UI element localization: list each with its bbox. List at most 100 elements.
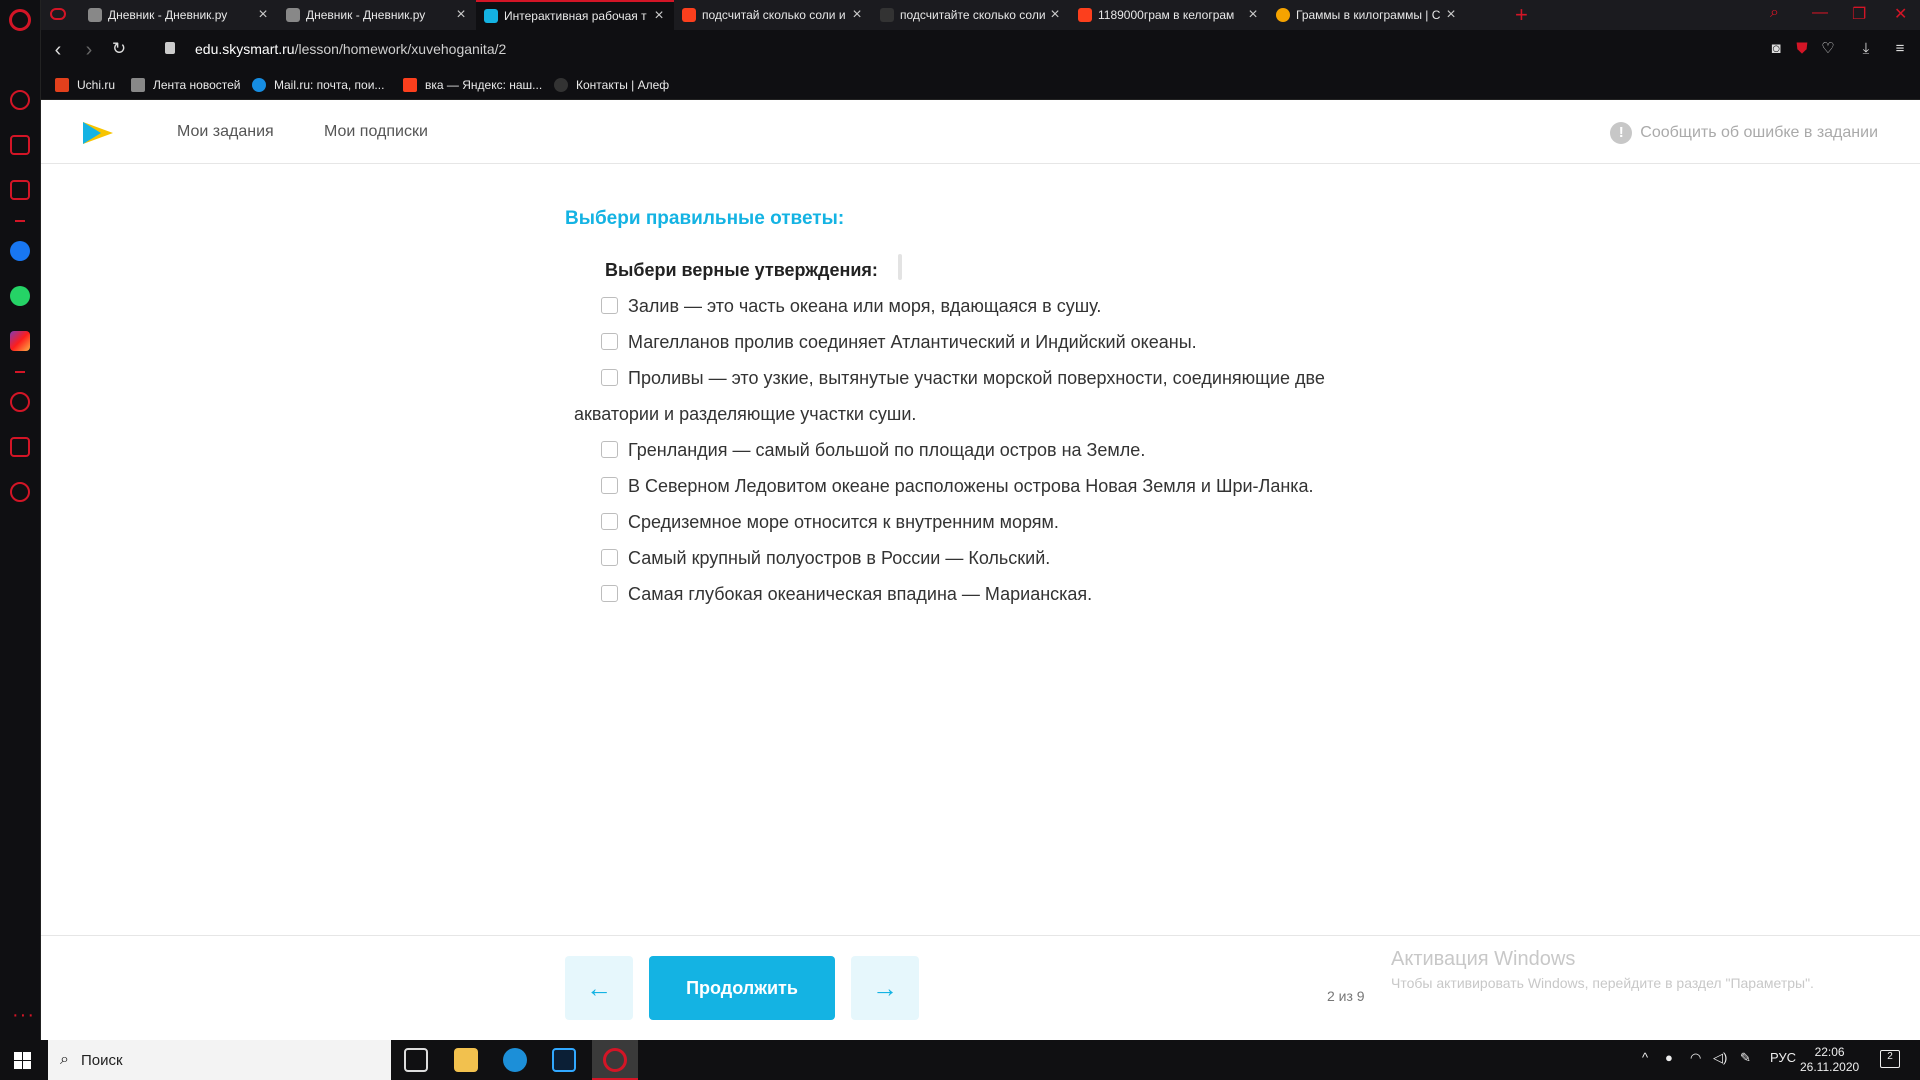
easy-setup-icon[interactable]: ≡ (1892, 41, 1908, 57)
chevron-up-icon[interactable]: ^ (1642, 1050, 1648, 1065)
twitch-icon[interactable] (10, 180, 30, 200)
checkbox[interactable] (601, 513, 618, 530)
tab-1[interactable]: Дневник - Дневник.ру × (80, 0, 278, 30)
reload-button[interactable]: ↻ (108, 39, 130, 59)
new-tab-button[interactable]: + (1515, 2, 1528, 28)
extensions-icon[interactable] (10, 437, 30, 457)
checkbox[interactable] (601, 585, 618, 602)
windows-start-icon[interactable] (14, 1052, 31, 1069)
taskbar-search-box[interactable]: ⌕ Поиск (48, 1040, 391, 1080)
task-view-icon[interactable] (404, 1048, 428, 1072)
tab-title: Граммы в килограммы | С (1296, 8, 1441, 22)
option-6[interactable]: Средиземное море относится к внутренним … (601, 504, 1381, 540)
close-icon[interactable]: × (1444, 6, 1458, 24)
close-icon[interactable]: × (850, 6, 864, 24)
close-window-button[interactable]: ✕ (1894, 4, 1907, 24)
checkbox[interactable] (601, 333, 618, 350)
tab-favicon (88, 8, 102, 22)
close-icon[interactable]: × (256, 6, 270, 24)
activation-title: Активация Windows (1391, 948, 1576, 970)
shopping-icon[interactable] (10, 135, 30, 155)
checkbox[interactable] (601, 297, 618, 314)
tab-5[interactable]: подсчитайте сколько соли × (872, 0, 1070, 30)
volume-icon[interactable]: ◁) (1713, 1050, 1727, 1066)
bookmark-icon (131, 78, 145, 92)
report-error-link[interactable]: ! Сообщить об ошибке в задании (1610, 122, 1878, 144)
bookmark-alef[interactable]: Контакты | Алеф (554, 70, 669, 100)
bookmark-mail[interactable]: Mail.ru: почта, пои... (252, 70, 384, 100)
pen-icon[interactable]: ✎ (1740, 1050, 1751, 1066)
option-7[interactable]: Самый крупный полуостров в России — Коль… (601, 540, 1381, 576)
bookmark-icon (55, 78, 69, 92)
options-list: Залив — это часть океана или моря, вдающ… (574, 288, 1381, 612)
checkbox[interactable] (601, 477, 618, 494)
lock-icon (165, 42, 175, 54)
whatsapp-icon[interactable] (10, 286, 30, 306)
search-tabs-icon[interactable]: ⌕ (1770, 4, 1779, 22)
language-indicator[interactable]: РУС (1770, 1050, 1796, 1065)
checkbox[interactable] (601, 549, 618, 566)
option-label: Самая глубокая океаническая впадина — Ма… (628, 584, 1093, 604)
option-1[interactable]: Залив — это часть океана или моря, вдающ… (601, 288, 1381, 324)
game-tab-icon[interactable] (50, 8, 66, 20)
vpn-shield-icon[interactable]: ⛊ (1794, 41, 1810, 57)
skysmart-logo-icon[interactable] (81, 120, 115, 146)
antivirus-icon[interactable]: ● (1665, 1050, 1673, 1065)
minimize-button[interactable]: — (1812, 4, 1828, 22)
task-instruction: Выбери правильные ответы: (565, 208, 845, 229)
next-button[interactable]: → (851, 956, 919, 1020)
tab-4[interactable]: подсчитай сколько соли и × (674, 0, 872, 30)
bookmark-uchi[interactable]: Uchi.ru (55, 70, 115, 100)
history-icon[interactable] (10, 392, 30, 412)
settings-icon[interactable] (10, 482, 30, 502)
more-icon[interactable]: ··· (12, 1005, 35, 1025)
messenger-icon[interactable] (10, 241, 30, 261)
camera-icon[interactable]: ◙ (1768, 41, 1784, 57)
tab-7[interactable]: Граммы в килограммы | С × (1268, 0, 1466, 30)
opera-icon[interactable] (603, 1048, 627, 1072)
photoshop-icon[interactable] (552, 1048, 576, 1072)
question-title: Выбери верные утверждения: (605, 260, 878, 280)
option-4[interactable]: Гренландия — самый большой по площади ос… (601, 432, 1381, 468)
tab-3-active[interactable]: Интерактивная рабочая т × (476, 0, 674, 30)
checkbox[interactable] (601, 441, 618, 458)
close-icon[interactable]: × (1048, 6, 1062, 24)
tab-6[interactable]: 1189000грам в келограм × (1070, 0, 1268, 30)
bookmark-label: Uchi.ru (77, 78, 116, 92)
option-8[interactable]: Самая глубокая океаническая впадина — Ма… (601, 576, 1381, 612)
option-label: Гренландия — самый большой по площади ос… (628, 440, 1146, 460)
bookmark-news[interactable]: Лента новостей (131, 70, 241, 100)
option-3[interactable]: Проливы — это узкие, вытянутые участки м… (601, 360, 1381, 396)
restore-button[interactable]: ❐ (1852, 4, 1866, 24)
notifications-icon[interactable]: 2 (1880, 1050, 1900, 1068)
option-2[interactable]: Магелланов пролив соединяет Атлантически… (601, 324, 1381, 360)
forward-button[interactable]: › (78, 39, 100, 62)
nav-my-tasks[interactable]: Мои задания (177, 123, 274, 141)
file-explorer-icon[interactable] (454, 1048, 478, 1072)
progress-counter: 2 из 9 (1327, 988, 1365, 1004)
prev-button[interactable]: ← (565, 956, 633, 1020)
close-icon[interactable]: × (652, 7, 666, 25)
heart-icon[interactable]: ♡ (1820, 41, 1836, 57)
speed-dial-icon[interactable] (10, 90, 30, 110)
close-icon[interactable]: × (1246, 6, 1260, 24)
download-icon[interactable]: ⤓ (1858, 41, 1874, 57)
close-icon[interactable]: × (454, 6, 468, 24)
windows-taskbar: ⌕ Поиск ^ ● ◠ ◁) ✎ РУС 22:06 26.11.2020 … (0, 1040, 1920, 1080)
back-button[interactable]: ‹ (47, 39, 69, 62)
instagram-icon[interactable] (10, 331, 30, 351)
option-3-continued[interactable]: акватории и разделяющие участки суши. (574, 396, 1381, 432)
option-5[interactable]: В Северном Ледовитом океане расположены … (601, 468, 1381, 504)
url-field[interactable]: edu.skysmart.ru/lesson/homework/xuvehoga… (195, 41, 506, 57)
nav-my-subscriptions[interactable]: Мои подписки (324, 123, 428, 141)
continue-button[interactable]: Продолжить (649, 956, 835, 1020)
tab-2[interactable]: Дневник - Дневник.ру × (278, 0, 476, 30)
clock[interactable]: 22:06 26.11.2020 (1800, 1045, 1859, 1075)
option-label: Залив — это часть океана или моря, вдающ… (628, 296, 1102, 316)
tab-title: Интерактивная рабочая т (504, 9, 647, 23)
edge-icon[interactable] (503, 1048, 527, 1072)
network-icon[interactable]: ◠ (1690, 1050, 1701, 1066)
opera-menu-icon[interactable] (9, 9, 31, 31)
bookmark-yandex[interactable]: вка — Яндекс: наш... (403, 70, 542, 100)
checkbox[interactable] (601, 369, 618, 386)
